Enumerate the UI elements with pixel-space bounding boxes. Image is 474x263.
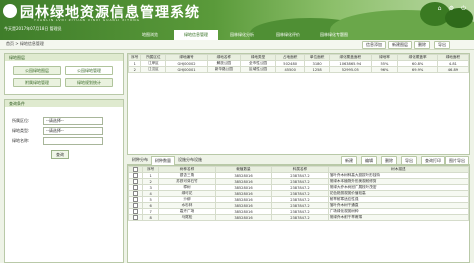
left-panel: 绿地图层 公园绿地图层 公园绿地管理 附属绿地管理 绿地规划统计 查询条件 所属… (4, 53, 124, 263)
right-panel: 序号 所属区位 绿地编号 绿地名称 绿地类型 占地面积 单位面积 绿化覆盖面积 … (127, 53, 470, 263)
layer-box-title: 绿地图层 (5, 54, 123, 61)
district-select[interactable]: --请选择-- (43, 117, 103, 125)
new-layer-button[interactable]: 新建图层 (388, 41, 412, 49)
table-cell: 江汉区 (140, 66, 167, 73)
layer-plan-stats[interactable]: 绿地规划统计 (65, 78, 113, 87)
sub-edit-button[interactable]: 编辑 (361, 156, 377, 165)
type-select[interactable]: --请选择-- (43, 127, 103, 135)
app-subtitle: YUANLIN LVDI ZIYUAN XINXI GUANLI XITONG (34, 18, 140, 22)
sub-print-button[interactable]: 查询打印 (421, 156, 445, 165)
add-info-button[interactable]: 信息添加 (362, 41, 386, 49)
table-row[interactable]: 8 马尾松 38528016 2387847.2 常绿乔木耐干旱瘠薄 (127, 214, 470, 221)
layer-box: 绿地图层 公园绿地图层 公园绿地管理 附属绿地管理 绿地规划统计 (4, 53, 124, 95)
table-cell: 1258 (304, 66, 331, 73)
table-cell: 2387847.2 (271, 214, 329, 221)
app-logo (3, 4, 17, 18)
table-cell: 96% (370, 66, 399, 73)
nav-tab-thematic[interactable]: 园林绿化专题图 (312, 30, 356, 40)
user-info: 今天是2017年07月18日 管理员 (4, 26, 62, 31)
search-button[interactable]: 查询 (51, 150, 69, 159)
main-nav: 地图浏览 绿地信息管理 园林绿化分析 园林绿化评价 园林绿化专题图 (128, 30, 358, 40)
district-label: 所属区位: (12, 118, 30, 123)
name-label: 绿地名称: (12, 138, 30, 143)
home-icon[interactable]: ⌂ (435, 4, 444, 13)
sub-new-button[interactable]: 新建 (341, 156, 357, 165)
table-cell: 38528016 (214, 214, 273, 221)
app-header: 园林绿地资源信息管理系统 YUANLIN LVDI ZIYUAN XINXI G… (0, 0, 474, 40)
export-button[interactable]: 导出 (434, 41, 450, 49)
layer-park-manage[interactable]: 公园绿地管理 (65, 66, 113, 75)
table-cell: 新华路公园 (206, 66, 241, 73)
table-cell: 52995.05 (329, 66, 372, 73)
tree-table-box: 序号 树种名称 栽植数量 科属名称 树木描述 1 银杏三角 38528016 2387… (127, 165, 470, 263)
table-row[interactable]: 2 江汉区 GHJ00001 新华路公园 区域性公园 45500 1258 52… (127, 66, 470, 73)
breadcrumb-bar: 首页 > 绿地信息管理 信息添加 新建图层 删除 导出 (0, 40, 474, 50)
table-cell: 马尾松 (158, 214, 216, 221)
sub-export-button[interactable]: 导出 (401, 156, 417, 165)
nav-tab-analysis[interactable]: 园林绿化分析 (220, 30, 264, 40)
table-cell: 45500 (275, 66, 306, 73)
layer-attached-manage[interactable]: 附属绿地管理 (13, 78, 61, 87)
name-input[interactable] (43, 137, 103, 145)
tab-facility[interactable]: 设施分布设施 (175, 156, 205, 164)
breadcrumb: 首页 > 绿地信息管理 (6, 41, 44, 46)
settings-icon[interactable]: ⚙ (447, 4, 456, 13)
query-box: 查询条件 所属区位: --请选择-- 绿地类型: --请选择-- 绿地名称: 查… (4, 99, 124, 263)
delete-button[interactable]: 删除 (414, 41, 430, 49)
type-label: 绿地类型: (12, 128, 30, 133)
sub-image-export-button[interactable]: 图片导出 (445, 156, 469, 165)
sub-tab-bar: 树种分布 树种数量 设施分布设施 新建 编辑 删除 导出 查询打印 图片导出 (127, 155, 470, 165)
greenland-table: 序号 所属区位 绿地编号 绿地名称 绿地类型 占地面积 单位面积 绿化覆盖面积 … (127, 54, 470, 73)
table-cell: 区域性公园 (239, 66, 277, 73)
layer-park-layer[interactable]: 公园绿地图层 (13, 66, 61, 75)
nav-tab-evaluation[interactable]: 园林绿化评价 (266, 30, 310, 40)
table-cell: GHJ00001 (165, 66, 208, 73)
sub-delete-button[interactable]: 删除 (381, 156, 397, 165)
row-checkbox[interactable] (127, 214, 144, 221)
tab-tree-count[interactable]: 树种数量 (151, 156, 175, 165)
query-box-title: 查询条件 (5, 100, 123, 107)
greenland-table-box: 序号 所属区位 绿地编号 绿地名称 绿地类型 占地面积 单位面积 绿化覆盖面积 … (127, 53, 470, 155)
tree-table: 序号 树种名称 栽植数量 科属名称 树木描述 1 银杏三角 38528016 2387… (127, 166, 470, 221)
tab-tree-distribution[interactable]: 树种分布 (129, 156, 151, 164)
table-cell: 常绿乔木耐干旱瘠薄 (327, 214, 470, 221)
nav-tab-map[interactable]: 地图浏览 (128, 30, 172, 40)
table-cell: 2 (127, 66, 142, 73)
table-cell: 46.89 (436, 66, 470, 73)
table-cell: 8 (142, 214, 160, 221)
logout-icon[interactable]: ⏻ (459, 4, 468, 13)
nav-tab-greenland[interactable]: 绿地信息管理 (174, 30, 218, 40)
table-cell: 69.9% (397, 66, 438, 73)
